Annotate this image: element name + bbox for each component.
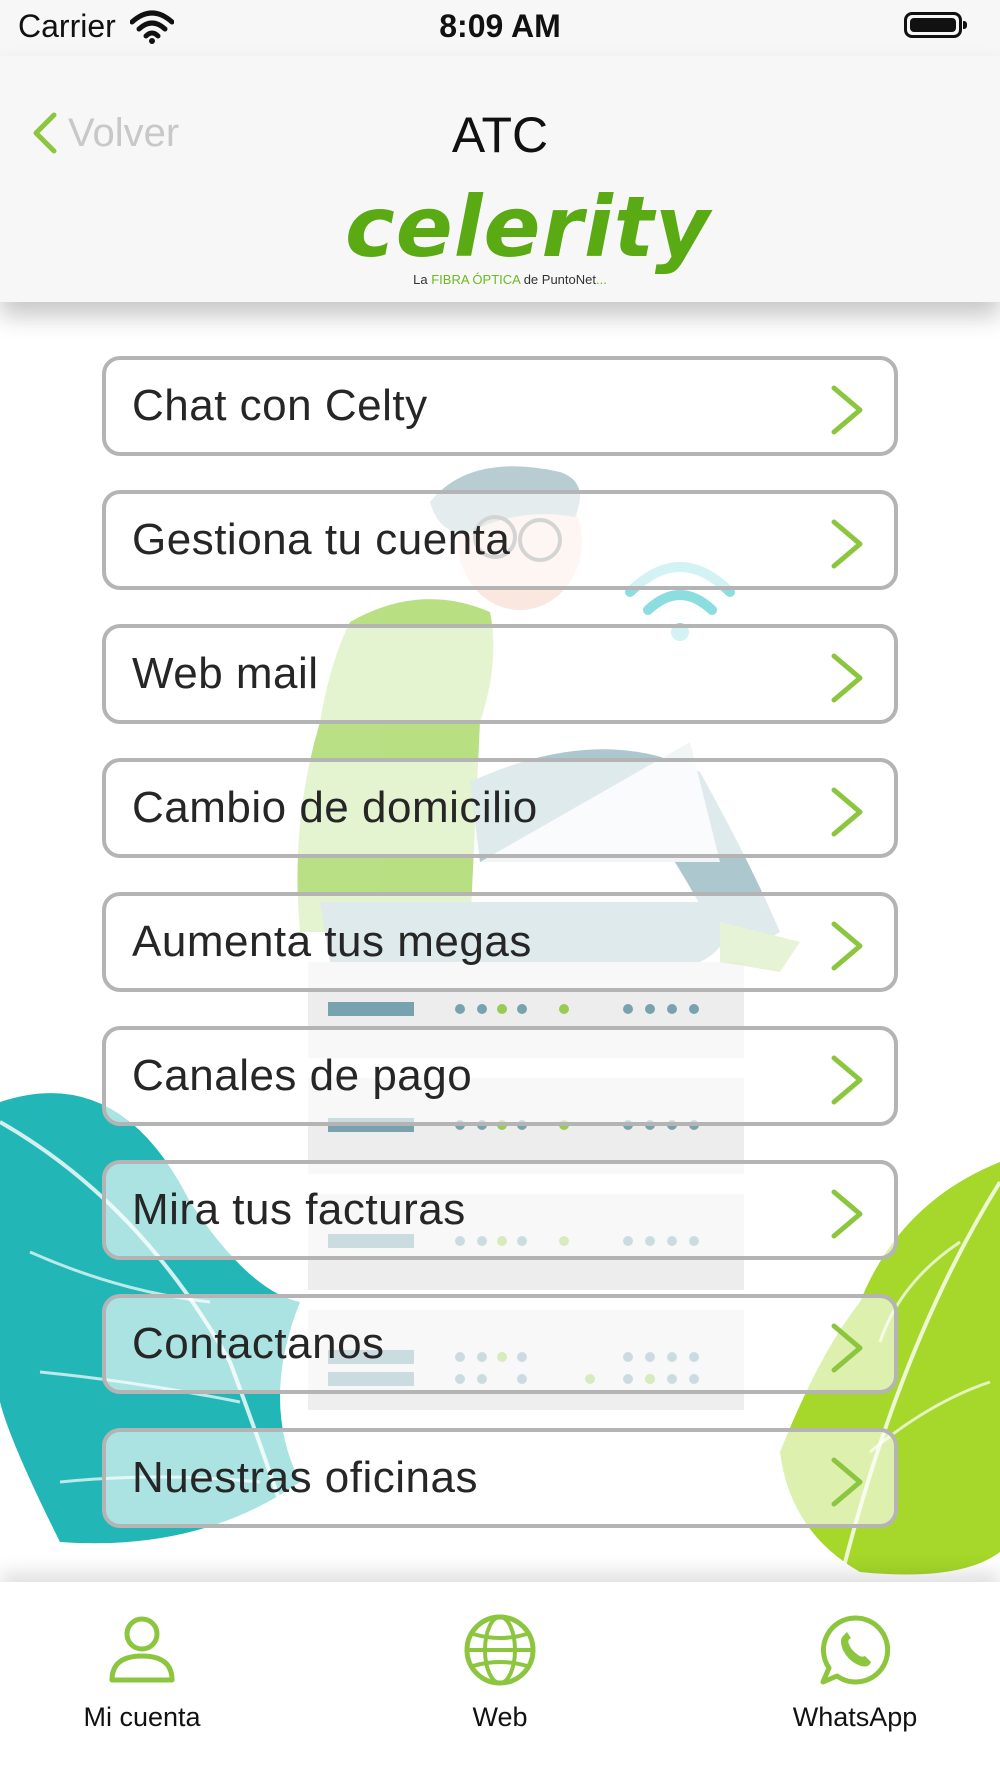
chevron-right-icon [831,921,863,971]
chevron-right-icon [831,1457,863,1507]
menu-item-label: Mira tus facturas [132,1185,466,1234]
status-bar: Carrier 8:09 AM [0,0,1000,56]
menu-item-label: Web mail [132,649,319,698]
globe-icon [464,1614,536,1686]
logo-tagline: La FIBRA ÓPTICA de PuntoNet... [413,272,607,287]
tab-web[interactable]: Web [380,1612,620,1752]
menu-item-web-mail[interactable]: Web mail [102,624,898,724]
menu-item-label: Aumenta tus megas [132,917,532,966]
menu-item-nuestras-oficinas[interactable]: Nuestras oficinas [102,1428,898,1528]
menu-item-label: Chat con Celty [132,381,428,430]
menu-item-label: Nuestras oficinas [132,1453,478,1502]
page-title: ATC [451,107,549,163]
tab-label: Mi cuenta [83,1702,201,1732]
menu-item-label: Canales de pago [132,1051,473,1100]
celerity-logo: celerity La FIBRA ÓPTICA de PuntoNet... [345,178,710,294]
status-time: 8:09 AM [439,8,561,44]
chevron-right-icon [831,385,863,435]
bottom-tab-bar: Mi cuenta Web WhatsApp [0,1582,1000,1778]
menu-item-canales-de-pago[interactable]: Canales de pago [102,1026,898,1126]
logo-wordmark: celerity [345,178,711,276]
menu-item-aumenta-tus-megas[interactable]: Aumenta tus megas [102,892,898,992]
chevron-right-icon [831,653,863,703]
chevron-right-icon [831,519,863,569]
chevron-right-icon [831,1055,863,1105]
tab-whatsapp[interactable]: WhatsApp [735,1612,975,1752]
navigation-bar: Volver ATC celerity La FIBRA ÓPTICA de P… [0,56,1000,302]
menu-item-label: Contactanos [132,1319,385,1368]
tab-label: Web [472,1702,528,1732]
whatsapp-icon [820,1615,891,1685]
person-icon [109,1616,175,1683]
content-area: Chat con Celty Gestiona tu cuenta Web ma… [0,302,1000,1582]
menu-item-gestiona-tu-cuenta[interactable]: Gestiona tu cuenta [102,490,898,590]
chevron-right-icon [831,787,863,837]
menu-item-chat-con-celty[interactable]: Chat con Celty [102,356,898,456]
battery-icon [904,12,967,38]
menu-item-label: Cambio de domicilio [132,783,538,832]
tab-label: WhatsApp [792,1702,918,1732]
chevron-right-icon [831,1189,863,1239]
menu-item-mira-tus-facturas[interactable]: Mira tus facturas [102,1160,898,1260]
menu-item-label: Gestiona tu cuenta [132,515,511,564]
menu-item-contactanos[interactable]: Contactanos [102,1294,898,1394]
chevron-right-icon [831,1323,863,1373]
menu-item-cambio-de-domicilio[interactable]: Cambio de domicilio [102,758,898,858]
tab-mi-cuenta[interactable]: Mi cuenta [22,1612,262,1752]
